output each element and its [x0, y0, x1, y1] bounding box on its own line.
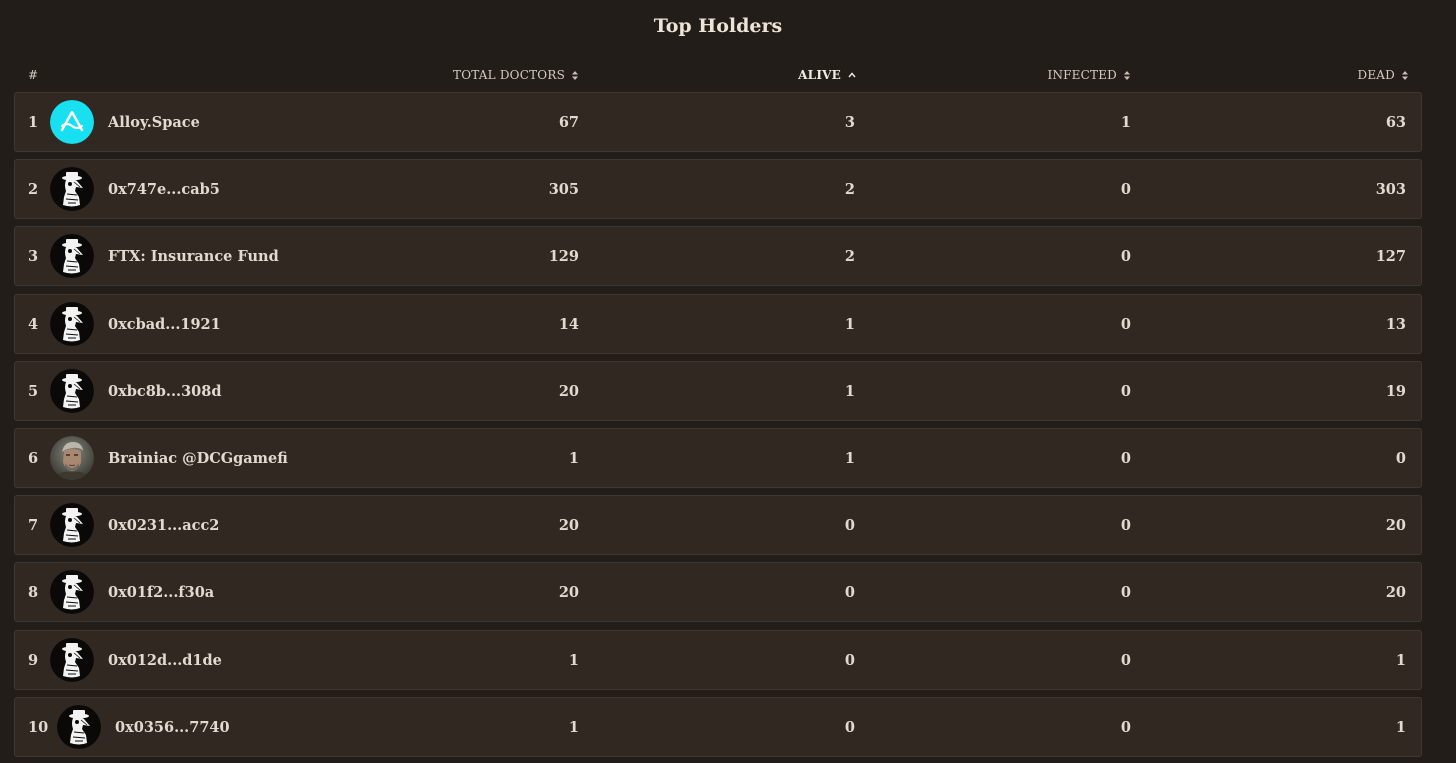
column-header-total-doctors-label: TOTAL DOCTORS — [453, 68, 565, 82]
dead-value: 63 — [1385, 113, 1406, 131]
alive-value: 0 — [844, 651, 855, 669]
total-doctors-value: 20 — [558, 382, 579, 400]
plague-doctor-icon — [50, 302, 94, 346]
rank-number: 2 — [28, 180, 39, 198]
alloy-logo-icon — [50, 100, 94, 144]
alive-value: 0 — [844, 583, 855, 601]
rank-number: 9 — [28, 651, 39, 669]
plague-doctor-icon — [50, 570, 94, 614]
infected-value: 0 — [1120, 180, 1131, 198]
table-row[interactable]: 3 FTX: Insurance Fund 129 2 0 127 — [14, 226, 1422, 286]
total-doctors-value: 129 — [548, 247, 579, 265]
page-title: Top Holders — [653, 15, 783, 37]
column-header-infected[interactable]: INFECTED — [1047, 68, 1130, 82]
infected-value: 0 — [1120, 382, 1131, 400]
plague-doctor-icon — [50, 234, 94, 278]
dead-value: 20 — [1385, 516, 1406, 534]
holder-name-link[interactable]: Alloy.Space — [108, 93, 200, 151]
column-header-alive-label: ALIVE — [798, 68, 841, 82]
holder-name-link[interactable]: Brainiac @DCGgamefi — [108, 429, 288, 487]
plague-doctor-icon — [50, 369, 94, 413]
table-row[interactable]: 4 0xcbad...1921 14 1 0 13 — [14, 294, 1422, 354]
dead-value: 1 — [1395, 718, 1406, 736]
dead-value: 0 — [1395, 449, 1406, 467]
dead-value: 19 — [1385, 382, 1406, 400]
alive-value: 3 — [844, 113, 855, 131]
infected-value: 0 — [1120, 583, 1131, 601]
infected-value: 0 — [1120, 247, 1131, 265]
total-doctors-value: 305 — [548, 180, 579, 198]
table-header: # TOTAL DOCTORS ALIVE INFECTED DEAD — [14, 68, 1422, 84]
infected-value: 0 — [1120, 449, 1131, 467]
dead-value: 303 — [1375, 180, 1406, 198]
table-row[interactable]: 7 0x0231...acc2 20 0 0 20 — [14, 495, 1422, 555]
holder-name-link[interactable]: 0x747e...cab5 — [108, 160, 220, 218]
infected-value: 0 — [1120, 516, 1131, 534]
holder-name-link[interactable]: 0x0231...acc2 — [108, 496, 219, 554]
total-doctors-value: 1 — [568, 718, 579, 736]
column-header-infected-label: INFECTED — [1047, 68, 1117, 82]
table-row[interactable]: 6 Brainiac @DCGgamefi 1 1 0 0 — [14, 428, 1422, 488]
total-doctors-value: 20 — [558, 516, 579, 534]
plague-doctor-icon — [57, 705, 101, 749]
alive-value: 0 — [844, 516, 855, 534]
table-row[interactable]: 8 0x01f2...f30a 20 0 0 20 — [14, 562, 1422, 622]
sort-unsorted-icon — [1402, 70, 1408, 80]
alive-value: 2 — [844, 180, 855, 198]
sort-unsorted-icon — [572, 70, 578, 80]
rank-number: 6 — [28, 449, 39, 467]
holder-name-link[interactable]: 0x012d...d1de — [108, 631, 222, 689]
table-row[interactable]: 9 0x012d...d1de 1 0 0 1 — [14, 630, 1422, 690]
total-doctors-value: 1 — [568, 651, 579, 669]
column-header-dead[interactable]: DEAD — [1358, 68, 1408, 82]
dead-value: 13 — [1385, 315, 1406, 333]
rank-number: 4 — [28, 315, 39, 333]
alive-value: 2 — [844, 247, 855, 265]
table-row[interactable]: 10 0x0356...7740 1 0 0 1 — [14, 697, 1422, 757]
total-doctors-value: 1 — [568, 449, 579, 467]
total-doctors-value: 14 — [558, 315, 579, 333]
rank-number: 8 — [28, 583, 39, 601]
dead-value: 1 — [1395, 651, 1406, 669]
alive-value: 1 — [844, 315, 855, 333]
alive-value: 1 — [844, 382, 855, 400]
rank-number: 3 — [28, 247, 39, 265]
infected-value: 0 — [1120, 718, 1131, 736]
sort-unsorted-icon — [1124, 70, 1130, 80]
total-doctors-value: 20 — [558, 583, 579, 601]
total-doctors-value: 67 — [558, 113, 579, 131]
rank-number: 7 — [28, 516, 39, 534]
holder-name-link[interactable]: 0x0356...7740 — [115, 698, 230, 756]
alive-value: 1 — [844, 449, 855, 467]
dead-value: 20 — [1385, 583, 1406, 601]
holder-name-link[interactable]: 0xcbad...1921 — [108, 295, 221, 353]
column-header-rank: # — [28, 68, 39, 82]
sort-ascending-icon — [848, 72, 856, 78]
column-header-total-doctors[interactable]: TOTAL DOCTORS — [453, 68, 578, 82]
column-header-alive[interactable]: ALIVE — [798, 68, 856, 82]
plague-doctor-icon — [50, 638, 94, 682]
column-header-dead-label: DEAD — [1357, 68, 1395, 82]
table-row[interactable]: 5 0xbc8b...308d 20 1 0 19 — [14, 361, 1422, 421]
dead-value: 127 — [1375, 247, 1406, 265]
holder-name-link[interactable]: 0x01f2...f30a — [108, 563, 214, 621]
user-portrait-avatar — [50, 436, 94, 480]
holder-name-link[interactable]: FTX: Insurance Fund — [108, 227, 279, 285]
table-row[interactable]: 2 0x747e...cab5 305 2 0 303 — [14, 159, 1422, 219]
infected-value: 0 — [1120, 315, 1131, 333]
rank-number: 5 — [28, 382, 39, 400]
alive-value: 0 — [844, 718, 855, 736]
holder-name-link[interactable]: 0xbc8b...308d — [108, 362, 221, 420]
table-row[interactable]: 1 Alloy.Space 67 3 1 63 — [14, 92, 1422, 152]
plague-doctor-icon — [50, 167, 94, 211]
infected-value: 1 — [1120, 113, 1131, 131]
rank-number: 10 — [28, 718, 49, 736]
infected-value: 0 — [1120, 651, 1131, 669]
rank-number: 1 — [28, 113, 39, 131]
plague-doctor-icon — [50, 503, 94, 547]
